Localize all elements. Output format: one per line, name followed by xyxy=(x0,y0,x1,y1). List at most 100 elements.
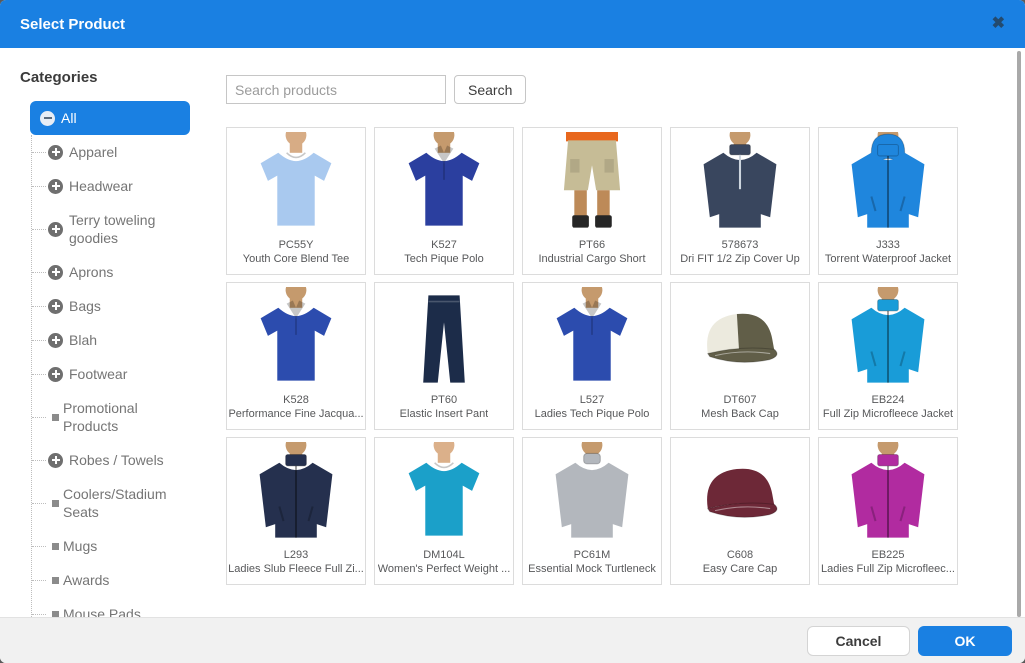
square-bullet-icon xyxy=(52,577,59,584)
product-code: 578673 xyxy=(722,238,759,252)
product-card[interactable]: PT60 Elastic Insert Pant xyxy=(374,282,514,430)
product-card[interactable]: DT607 Mesh Back Cap xyxy=(670,282,810,430)
product-code: C608 xyxy=(727,548,753,562)
product-name: Torrent Waterproof Jacket xyxy=(825,252,951,266)
product-card[interactable]: L527 Ladies Tech Pique Polo xyxy=(522,282,662,430)
product-image xyxy=(671,283,809,393)
square-bullet-icon xyxy=(52,543,59,550)
product-image xyxy=(523,438,661,548)
plus-circle-icon xyxy=(48,367,63,382)
product-name: Youth Core Blend Tee xyxy=(243,252,349,266)
product-card[interactable]: C608 Easy Care Cap xyxy=(670,437,810,585)
ok-button[interactable]: OK xyxy=(918,626,1012,656)
category-item[interactable]: Coolers/Stadium Seats xyxy=(32,477,220,529)
categories-sidebar: Categories All Apparel Headwear Terry to… xyxy=(20,62,220,617)
product-name: Mesh Back Cap xyxy=(701,407,779,421)
product-name: Tech Pique Polo xyxy=(404,252,484,266)
category-item[interactable]: Terry toweling goodies xyxy=(32,203,220,255)
product-code: DT607 xyxy=(723,393,756,407)
plus-circle-icon xyxy=(48,179,63,194)
product-code: PT60 xyxy=(431,393,457,407)
product-image xyxy=(671,128,809,238)
product-card[interactable]: K528 Performance Fine Jacqua... xyxy=(226,282,366,430)
product-name: Ladies Slub Fleece Full Zi... xyxy=(228,562,364,576)
category-item[interactable]: Awards xyxy=(32,563,220,597)
product-image xyxy=(523,128,661,238)
product-card[interactable]: L293 Ladies Slub Fleece Full Zi... xyxy=(226,437,366,585)
product-code: PT66 xyxy=(579,238,605,252)
product-code: PC55Y xyxy=(279,238,314,252)
search-button[interactable]: Search xyxy=(454,75,526,104)
product-image xyxy=(375,128,513,238)
product-name: Ladies Full Zip Microfleec... xyxy=(821,562,955,576)
product-name: Essential Mock Turtleneck xyxy=(528,562,656,576)
product-name: Elastic Insert Pant xyxy=(400,407,489,421)
plus-circle-icon xyxy=(48,333,63,348)
category-item[interactable]: Apparel xyxy=(32,135,220,169)
category-item[interactable]: Mouse Pads xyxy=(32,597,220,617)
product-card[interactable]: J333 Torrent Waterproof Jacket xyxy=(818,127,958,275)
square-bullet-icon xyxy=(52,414,59,421)
product-code: J333 xyxy=(876,238,900,252)
search-input[interactable] xyxy=(226,75,446,104)
category-item[interactable]: Headwear xyxy=(32,169,220,203)
cancel-button[interactable]: Cancel xyxy=(807,626,910,656)
product-image xyxy=(819,438,957,548)
close-icon[interactable]: ✖ xyxy=(992,16,1005,32)
product-grid: PC55Y Youth Core Blend Tee K527 Tech Piq… xyxy=(226,127,966,585)
product-name: Performance Fine Jacqua... xyxy=(228,407,363,421)
category-item[interactable]: Promotional Products xyxy=(32,391,220,443)
product-code: EB225 xyxy=(871,548,904,562)
category-item[interactable]: Robes / Towels xyxy=(32,443,220,477)
product-card[interactable]: PC55Y Youth Core Blend Tee xyxy=(226,127,366,275)
plus-circle-icon xyxy=(48,145,63,160)
product-image xyxy=(375,283,513,393)
product-name: Women's Perfect Weight ... xyxy=(378,562,511,576)
product-card[interactable]: PC61M Essential Mock Turtleneck xyxy=(522,437,662,585)
product-code: EB224 xyxy=(871,393,904,407)
product-code: L293 xyxy=(284,548,308,562)
category-item[interactable]: Footwear xyxy=(32,357,220,391)
product-image xyxy=(227,128,365,238)
product-browser: Search PC55Y Youth Core Blend Tee K527 T… xyxy=(226,62,1017,617)
product-card[interactable]: PT66 Industrial Cargo Short xyxy=(522,127,662,275)
category-item[interactable]: Mugs xyxy=(32,529,220,563)
product-image xyxy=(523,283,661,393)
plus-circle-icon xyxy=(48,222,63,237)
product-name: Easy Care Cap xyxy=(703,562,778,576)
plus-circle-icon xyxy=(48,453,63,468)
product-code: PC61M xyxy=(574,548,611,562)
categories-heading: Categories xyxy=(20,69,220,86)
search-bar: Search xyxy=(226,75,526,104)
product-image xyxy=(819,128,957,238)
product-name: Full Zip Microfleece Jacket xyxy=(823,407,953,421)
product-card[interactable]: DM104L Women's Perfect Weight ... xyxy=(374,437,514,585)
vertical-scrollbar[interactable] xyxy=(1017,51,1021,617)
product-name: Industrial Cargo Short xyxy=(539,252,646,266)
product-card[interactable]: EB225 Ladies Full Zip Microfleec... xyxy=(818,437,958,585)
category-item[interactable]: Aprons xyxy=(32,255,220,289)
minus-circle-icon xyxy=(40,111,55,126)
plus-circle-icon xyxy=(48,265,63,280)
modal-title: Select Product xyxy=(20,16,125,33)
product-image xyxy=(671,438,809,548)
product-name: Dri FIT 1/2 Zip Cover Up xyxy=(680,252,800,266)
product-image xyxy=(227,283,365,393)
modal-header: Select Product ✖ xyxy=(0,0,1025,48)
product-code: DM104L xyxy=(423,548,465,562)
product-card[interactable]: 578673 Dri FIT 1/2 Zip Cover Up xyxy=(670,127,810,275)
product-code: L527 xyxy=(580,393,604,407)
modal-footer: Cancel OK xyxy=(0,617,1025,663)
square-bullet-icon xyxy=(52,500,59,507)
product-card[interactable]: K527 Tech Pique Polo xyxy=(374,127,514,275)
product-image xyxy=(819,283,957,393)
product-card[interactable]: EB224 Full Zip Microfleece Jacket xyxy=(818,282,958,430)
category-item[interactable]: All xyxy=(30,101,190,135)
select-product-modal: Select Product ✖ Categories All Apparel … xyxy=(0,0,1025,663)
plus-circle-icon xyxy=(48,299,63,314)
product-name: Ladies Tech Pique Polo xyxy=(535,407,650,421)
category-item[interactable]: Bags xyxy=(32,289,220,323)
category-item[interactable]: Blah xyxy=(32,323,220,357)
product-image xyxy=(227,438,365,548)
category-list-root: All xyxy=(20,101,220,135)
